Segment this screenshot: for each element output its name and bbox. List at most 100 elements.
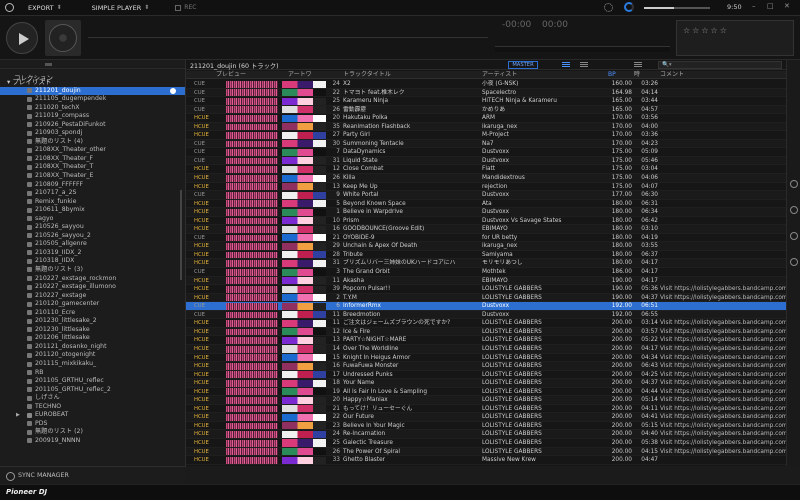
sidebar-playlist-item[interactable]: 2108XX_Theater_other — [0, 146, 185, 155]
track-row[interactable]: HCUE 24 Re-Incarnation LOLISTYLE GABBERS 200… — [186, 430, 786, 439]
preview-waveform[interactable] — [226, 431, 278, 439]
track-row[interactable]: HCUE 5 Beyond Known Space Ata 180.00 06:31 — [186, 200, 786, 209]
sidebar-playlist-item[interactable]: 無題のリスト (4) — [0, 138, 185, 147]
preview-waveform[interactable] — [226, 260, 278, 268]
tag-icon[interactable] — [790, 180, 798, 188]
track-row[interactable]: HCUE 19 All Is Fair In Love & Sampling LOLI… — [186, 388, 786, 397]
sidebar-playlist-item[interactable]: 201105_GRTHU_reflec — [0, 377, 185, 386]
cue-indicator[interactable]: HCUE — [194, 362, 212, 370]
preview-waveform[interactable] — [226, 268, 278, 276]
track-row[interactable]: HCUE 13 Keep Me Up rejection 175.00 04:07 — [186, 183, 786, 192]
track-row[interactable]: CUE 30 Summoning Tentacle Na7 170.00 04:23 — [186, 139, 786, 149]
cue-indicator[interactable]: HCUE — [194, 285, 212, 293]
cue-indicator[interactable]: HCUE — [194, 200, 212, 208]
track-row[interactable]: HCUE 1 Believe in Warpdrive Dustvoxx 180.00 0… — [186, 208, 786, 217]
cue-indicator[interactable]: CUE — [194, 140, 212, 148]
track-row[interactable]: HCUE 26 The Power Of Spiral LOLISTYLE GABBE… — [186, 447, 786, 457]
sidebar-playlist-item[interactable]: TECHNO — [0, 403, 185, 412]
col-time[interactable]: 時 — [634, 71, 640, 79]
preview-waveform[interactable] — [226, 414, 278, 421]
preview-waveform[interactable] — [226, 200, 278, 208]
preview-waveform[interactable] — [226, 243, 278, 250]
settings-gear-icon[interactable] — [604, 3, 613, 12]
cue-indicator[interactable]: HCUE — [194, 439, 212, 447]
add-icon[interactable] — [170, 87, 176, 94]
cue-indicator[interactable]: HCUE — [194, 123, 212, 131]
cue-indicator[interactable]: CUE — [194, 311, 212, 319]
preview-waveform[interactable] — [226, 456, 278, 464]
rating-stars[interactable]: ☆☆☆☆☆ — [683, 26, 729, 35]
preview-waveform[interactable] — [226, 371, 278, 379]
cue-indicator[interactable]: CUE — [194, 80, 212, 88]
cue-indicator[interactable]: HCUE — [194, 456, 212, 464]
preview-waveform[interactable] — [226, 217, 278, 225]
cue-indicator[interactable]: CUE — [194, 268, 212, 276]
sidebar-scrollbar[interactable] — [180, 190, 182, 280]
preview-waveform[interactable] — [226, 140, 278, 148]
preview-waveform[interactable] — [226, 149, 278, 156]
preview-waveform[interactable] — [226, 439, 278, 447]
cue-indicator[interactable]: CUE — [194, 106, 212, 114]
track-row[interactable]: CUE 9 White Portal Dustvoxx 177.00 06:30 — [186, 191, 786, 200]
cue-indicator[interactable]: HCUE — [194, 165, 212, 173]
sidebar-playlist-item[interactable]: 210227_exstage_rockmon — [0, 275, 185, 284]
sidebar-playlist-item[interactable]: 210110_Ecre — [0, 309, 185, 318]
preview-waveform[interactable] — [226, 277, 278, 285]
col-artwork[interactable]: アートワ — [288, 71, 312, 79]
track-row[interactable]: HCUE 12 Ice & Fire LOLISTYLE GABBERS 200.00 0… — [186, 327, 786, 337]
preview-waveform[interactable] — [226, 345, 278, 353]
play-button[interactable] — [6, 22, 38, 54]
share-icon[interactable] — [790, 206, 798, 214]
sidebar-playlist-item[interactable]: RB — [0, 369, 185, 378]
track-row[interactable]: HCUE 20 Happy☆Maniax LOLISTYLE GABBERS 200.0… — [186, 396, 786, 405]
cue-indicator[interactable]: HCUE — [194, 430, 212, 438]
sync-manager-button[interactable]: SYNC MANAGER — [0, 466, 186, 484]
sidebar-playlist-item[interactable]: 201105_GRTHU_reflec_2 — [0, 386, 185, 395]
preview-waveform[interactable] — [226, 448, 278, 456]
sidebar-playlist-item[interactable]: 210227_exstage_illumono — [0, 283, 185, 292]
preview-waveform[interactable] — [226, 422, 278, 430]
track-row[interactable]: HCUE 31 ブリズムリバー三姉妹のUKハードコアにハ モリモリあつし 180.00 0… — [186, 259, 786, 269]
preview-waveform[interactable] — [226, 397, 278, 404]
track-row[interactable]: CUE 26 雷動霹靂 かめりあ 165.00 04:57 — [186, 105, 786, 115]
track-row[interactable]: HCUE 26 Killa Mandidextrous 175.00 04:06 — [186, 174, 786, 183]
preview-waveform[interactable] — [226, 157, 278, 165]
sidebar-playlist-item[interactable]: 210526_sayyou — [0, 223, 185, 232]
sidebar-playlist-item[interactable]: 211019_compass — [0, 112, 185, 121]
track-row[interactable]: HCUE 11 Akasha EBIMAYO 190.00 04:17 — [186, 276, 786, 286]
preview-waveform[interactable] — [226, 337, 278, 345]
preview-waveform[interactable] — [226, 191, 278, 199]
sidebar-playlist-item[interactable]: 200919_NNNN — [0, 437, 185, 446]
cue-indicator[interactable]: HCUE — [194, 345, 212, 353]
sidebar-menu-icon[interactable] — [45, 63, 52, 66]
track-row[interactable]: CUE 6 InformerRmx Dustvoxx 192.00 06:51 — [186, 302, 786, 311]
track-row[interactable]: HCUE 23 Believe In Your Magic LOLISTYLE GAB… — [186, 422, 786, 431]
preview-waveform[interactable] — [226, 97, 278, 105]
cue-indicator[interactable]: CUE — [194, 157, 212, 165]
sidebar-playlist-item[interactable]: 211105_dugempendek — [0, 95, 185, 104]
folder-expand-icon[interactable]: ▶ — [16, 411, 20, 420]
cue-indicator[interactable]: HCUE — [194, 225, 212, 233]
track-row[interactable]: CUE 21 OYOBIDE-9 for UR betty 180.00 04:19 — [186, 234, 786, 243]
cue-indicator[interactable]: HCUE — [194, 277, 212, 285]
cue-indicator[interactable]: CUE — [194, 148, 212, 156]
preview-waveform[interactable] — [226, 114, 278, 122]
preview-waveform[interactable] — [226, 388, 278, 396]
cue-indicator[interactable]: HCUE — [194, 319, 212, 327]
sidebar-playlist-item[interactable]: 201230_littlesake_2 — [0, 317, 185, 326]
sidebar-playlist-item[interactable]: 210717_a_2S — [0, 189, 185, 198]
preview-waveform[interactable] — [226, 405, 278, 413]
preview-waveform[interactable] — [226, 89, 278, 97]
cue-indicator[interactable]: HCUE — [194, 371, 212, 379]
cue-indicator[interactable]: HCUE — [194, 413, 212, 421]
sidebar-playlist-item[interactable]: 無題のリスト (2) — [0, 428, 185, 437]
cue-indicator[interactable]: HCUE — [194, 174, 212, 182]
cue-indicator[interactable]: HCUE — [194, 328, 212, 336]
preview-waveform[interactable] — [226, 80, 278, 88]
sidebar-playlist-item[interactable]: 211020_techX — [0, 104, 185, 113]
track-row[interactable]: HCUE 28 Tribute Samiyama 180.00 06:37 — [186, 251, 786, 260]
sidebar-playlist-item[interactable]: ▶ EUROBEAT — [0, 411, 185, 420]
cue-indicator[interactable]: HCUE — [194, 242, 212, 250]
track-row[interactable]: HCUE 20 Hakutaku Polka ARM 170.00 03:56 — [186, 114, 786, 123]
track-row[interactable]: HCUE 29 Unchain & Apex Of Death ikaruga_nex… — [186, 242, 786, 251]
